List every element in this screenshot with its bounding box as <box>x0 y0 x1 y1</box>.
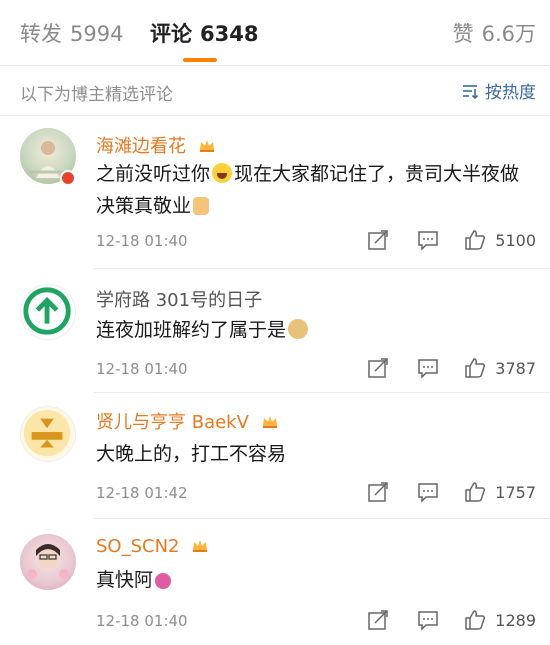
comment-text-part: 大晚上的，打工不容易 <box>96 443 287 465</box>
share-icon[interactable] <box>367 481 389 503</box>
comment-time: 12-18 01:40 <box>96 232 188 250</box>
vip-crown-icon <box>199 140 214 152</box>
avatar-image <box>23 409 71 457</box>
comment-subbar: 以下为博主精选评论 按热度 <box>0 66 550 116</box>
author-name: SO_SCN2 <box>96 536 180 557</box>
tab-like-label: 赞 <box>452 22 474 46</box>
comment-text: 连夜加班解约了属于是 <box>96 314 536 346</box>
comment-author[interactable]: 贤儿与亨亨 BaekV <box>96 408 279 434</box>
avatar-image <box>27 544 69 579</box>
like-button[interactable]: 5100 <box>463 228 536 252</box>
comment-text: 之前没听过你 现在大家都记住了，贵司大半夜做决策真敬业 <box>96 158 536 222</box>
avatar[interactable] <box>20 406 76 462</box>
like-button[interactable]: 1757 <box>463 480 536 504</box>
avatar[interactable] <box>20 534 76 590</box>
tab-like-count: 6.6万 <box>481 22 536 46</box>
like-count: 1289 <box>495 610 536 630</box>
comment-text-part: 真快阿 <box>96 569 154 591</box>
comment-time: 12-18 01:40 <box>96 360 188 378</box>
selected-comments-label: 以下为博主精选评论 <box>20 85 173 105</box>
like-count: 1757 <box>495 482 536 502</box>
comment-text-part: 连夜加班解约了属于是 <box>96 319 287 341</box>
comment-actions: 1289 <box>339 608 536 632</box>
comment-text-part: 之前没听过你 <box>96 163 211 185</box>
share-icon[interactable] <box>367 357 389 379</box>
like-count: 3787 <box>495 358 536 378</box>
author-name: 学府路 301号的日子 <box>96 290 263 311</box>
share-icon[interactable] <box>367 609 389 631</box>
like-button[interactable]: 3787 <box>463 356 536 380</box>
reply-icon[interactable] <box>417 481 439 503</box>
comment-actions: 1757 <box>339 480 536 504</box>
tab-repost-label: 转发 <box>20 22 62 46</box>
tab-comment-count: 6348 <box>200 22 259 46</box>
reply-icon[interactable] <box>417 609 439 631</box>
comment-author[interactable]: 学府路 301号的日子 <box>96 286 262 312</box>
comment-divider <box>94 518 550 519</box>
comment-actions: 5100 <box>339 228 536 252</box>
thumb-up-icon <box>465 230 486 250</box>
doge-emoji-icon <box>288 319 309 339</box>
reply-icon[interactable] <box>417 229 439 251</box>
comment-actions: 3787 <box>339 356 536 380</box>
comment-author[interactable]: 海滩边看花 <box>96 132 216 158</box>
thumb-up-icon <box>465 358 486 378</box>
like-button[interactable]: 1289 <box>463 608 536 632</box>
active-tab-indicator <box>183 58 217 62</box>
comment-text: 大晚上的，打工不容易 <box>96 438 536 470</box>
reply-icon[interactable] <box>417 357 439 379</box>
comment-divider <box>94 392 550 393</box>
thumb-up-icon <box>465 610 486 630</box>
sort-label: 按热度 <box>485 83 536 103</box>
laugh-emoji-icon <box>212 163 233 183</box>
sort-icon <box>463 84 479 99</box>
avatar-image <box>23 287 71 335</box>
comment-tabs: 转发 5994 评论 6348 赞 6.6万 <box>0 0 550 66</box>
thumbs-up-emoji-icon <box>193 197 210 215</box>
tab-like[interactable]: 赞 6.6万 <box>453 18 536 48</box>
tab-repost-count: 5994 <box>70 22 124 46</box>
comment-time: 12-18 01:40 <box>96 612 188 630</box>
comment-time: 12-18 01:42 <box>96 484 188 502</box>
tab-repost[interactable]: 转发 5994 <box>20 18 123 48</box>
share-icon[interactable] <box>367 229 389 251</box>
vip-crown-icon <box>262 416 277 428</box>
tab-comment-label: 评论 <box>150 22 192 46</box>
comment-divider <box>94 268 550 269</box>
author-name: 海滩边看花 <box>96 136 186 157</box>
comment-author[interactable]: SO_SCN2 <box>96 536 209 557</box>
author-name: 贤儿与亨亨 BaekV <box>96 412 249 433</box>
like-count: 5100 <box>495 230 536 250</box>
avatar[interactable] <box>20 284 76 340</box>
pink-emoji-icon <box>155 573 172 589</box>
comment-text: 真快阿 <box>96 564 536 596</box>
thumb-up-icon <box>465 482 486 502</box>
tab-comment[interactable]: 评论 6348 <box>150 18 258 48</box>
sort-by-hot-button[interactable]: 按热度 <box>461 78 536 103</box>
vip-crown-icon <box>193 540 208 552</box>
member-badge-icon <box>60 170 76 186</box>
